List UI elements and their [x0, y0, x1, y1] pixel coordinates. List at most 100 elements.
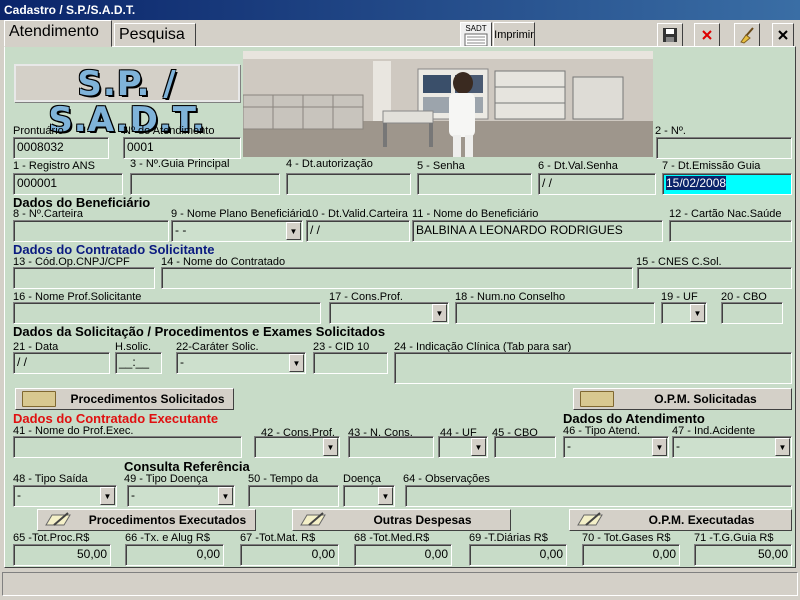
chevron-down-icon[interactable]: ▼	[100, 487, 115, 505]
chevron-down-icon[interactable]: ▼	[378, 487, 393, 505]
close-x-icon	[702, 30, 712, 40]
num-atendimento-field[interactable]: 0001	[123, 137, 241, 159]
f49-label: 49 - Tipo Doença	[124, 473, 208, 485]
f8-field[interactable]	[13, 220, 169, 242]
f2-field[interactable]	[656, 137, 792, 159]
f21-field[interactable]: / /	[13, 352, 110, 374]
f48-value: -	[17, 488, 21, 502]
f3-label: 3 - Nº.Guia Principal	[130, 158, 230, 170]
f48-label: 48 - Tipo Saída	[13, 473, 88, 485]
outras-despesas-button[interactable]: Outras Despesas	[292, 509, 511, 531]
delete-button[interactable]	[694, 23, 720, 47]
sadt-form-icon[interactable]: SADT	[460, 22, 492, 48]
f7-field[interactable]: 15/02/2008	[662, 173, 792, 195]
f14-field[interactable]	[161, 267, 633, 289]
sadt-icon-label: SADT	[465, 23, 487, 33]
f69-label: 69 -T.Diárias R$	[469, 532, 548, 544]
f43-field[interactable]	[348, 436, 434, 458]
prontuario-label: Prontuário	[13, 125, 64, 137]
f46-select[interactable]: - ▼	[563, 436, 669, 458]
print-button[interactable]: Imprimir	[493, 22, 535, 48]
f22-select[interactable]: - ▼	[176, 352, 306, 374]
f17-select[interactable]: ▼	[329, 302, 449, 324]
exit-button[interactable]	[772, 23, 794, 47]
procedimentos-executados-label: Procedimentos Executados	[88, 513, 247, 527]
f41-field[interactable]	[13, 436, 242, 458]
f10-field[interactable]: / /	[306, 220, 410, 242]
f16-field[interactable]	[13, 302, 321, 324]
section-consulta-referencia: Consulta Referência	[124, 459, 250, 474]
chevron-down-icon[interactable]: ▼	[218, 487, 233, 505]
hospital-room-image	[243, 51, 653, 157]
f66-field[interactable]: 0,00	[125, 544, 224, 566]
f18-field[interactable]	[455, 302, 655, 324]
doenca-select[interactable]: ▼	[343, 485, 395, 507]
f50-field[interactable]	[248, 485, 339, 507]
f3-field[interactable]	[130, 173, 280, 195]
f64-label: 64 - Observações	[403, 473, 490, 485]
f5-field[interactable]	[417, 173, 532, 195]
chevron-down-icon[interactable]: ▼	[432, 304, 447, 322]
opm-solicitadas-button[interactable]: O.P.M. Solicitadas	[573, 388, 792, 410]
print-label: Imprimir	[494, 29, 534, 41]
f70-field[interactable]: 0,00	[582, 544, 680, 566]
f24-field[interactable]	[394, 352, 792, 384]
prontuario-field[interactable]: 0008032	[13, 137, 109, 159]
chevron-down-icon[interactable]: ▼	[775, 438, 790, 456]
f20-field[interactable]	[721, 302, 783, 324]
f1-label: 1 - Registro ANS	[13, 160, 95, 172]
folder-icon	[22, 391, 56, 407]
f67-field[interactable]: 0,00	[240, 544, 339, 566]
f68-field[interactable]: 0,00	[354, 544, 452, 566]
chevron-down-icon[interactable]: ▼	[289, 354, 304, 372]
doenca-label: Doença	[343, 473, 381, 485]
hsolic-field[interactable]: __:__	[115, 352, 162, 374]
chevron-down-icon[interactable]: ▼	[286, 222, 301, 240]
f44-select[interactable]: ▼	[438, 436, 488, 458]
chevron-down-icon[interactable]: ▼	[690, 304, 705, 322]
f48-select[interactable]: - ▼	[13, 485, 117, 507]
f12-field[interactable]	[669, 220, 792, 242]
save-button[interactable]	[657, 23, 683, 47]
f47-select[interactable]: - ▼	[672, 436, 792, 458]
f49-value: -	[131, 488, 135, 502]
procedimentos-solicitados-button[interactable]: Procedimentos Solicitados	[15, 388, 234, 410]
f6-field[interactable]: / /	[538, 173, 656, 195]
opm-executadas-button[interactable]: O.P.M. Executadas	[569, 509, 792, 531]
f64-field[interactable]	[405, 485, 792, 507]
f68-label: 68 -Tot.Med.R$	[354, 532, 430, 544]
f13-field[interactable]	[13, 267, 155, 289]
f4-field[interactable]	[286, 173, 411, 195]
f22-value: -	[180, 355, 184, 369]
f10-label: 10 - Dt.Valid.Carteira	[306, 208, 408, 220]
section-contratado-solicitante: Dados do Contratado Solicitante	[13, 242, 215, 257]
f1-field[interactable]: 000001	[13, 173, 123, 195]
procedimentos-executados-button[interactable]: Procedimentos Executados	[37, 509, 256, 531]
f65-field[interactable]: 50,00	[13, 544, 111, 566]
chevron-down-icon[interactable]: ▼	[471, 438, 486, 456]
f49-select[interactable]: - ▼	[127, 485, 235, 507]
f9-select[interactable]: - - ▼	[171, 220, 303, 242]
f19-select[interactable]: ▼	[661, 302, 707, 324]
tab-atendimento[interactable]: Atendimento	[4, 20, 112, 47]
f67-label: 67 -Tot.Mat. R$	[240, 532, 316, 544]
chevron-down-icon[interactable]: ▼	[652, 438, 667, 456]
f7-label: 7 - Dt.Emissão Guia	[662, 160, 761, 172]
f45-field[interactable]	[494, 436, 556, 458]
f15-field[interactable]	[637, 267, 792, 289]
f71-field[interactable]: 50,00	[694, 544, 792, 566]
f23-field[interactable]	[313, 352, 388, 374]
f42-select[interactable]: ▼	[254, 436, 340, 458]
f11-field[interactable]: BALBINA A LEONARDO RODRIGUES	[412, 220, 663, 242]
f69-field[interactable]: 0,00	[469, 544, 567, 566]
form-lines-icon	[464, 33, 488, 46]
folder-icon	[580, 391, 614, 407]
section-solicitacao: Dados da Solicitação / Procedimentos e E…	[13, 324, 386, 339]
f6-label: 6 - Dt.Val.Senha	[538, 160, 618, 172]
chevron-down-icon[interactable]: ▼	[323, 438, 338, 456]
f66-label: 66 -Tx. e Alug R$	[125, 532, 210, 544]
clear-button[interactable]	[734, 23, 760, 47]
f65-label: 65 -Tot.Proc.R$	[13, 532, 90, 544]
f7-value: 15/02/2008	[666, 176, 727, 190]
tab-pesquisa[interactable]: Pesquisa	[114, 23, 196, 47]
